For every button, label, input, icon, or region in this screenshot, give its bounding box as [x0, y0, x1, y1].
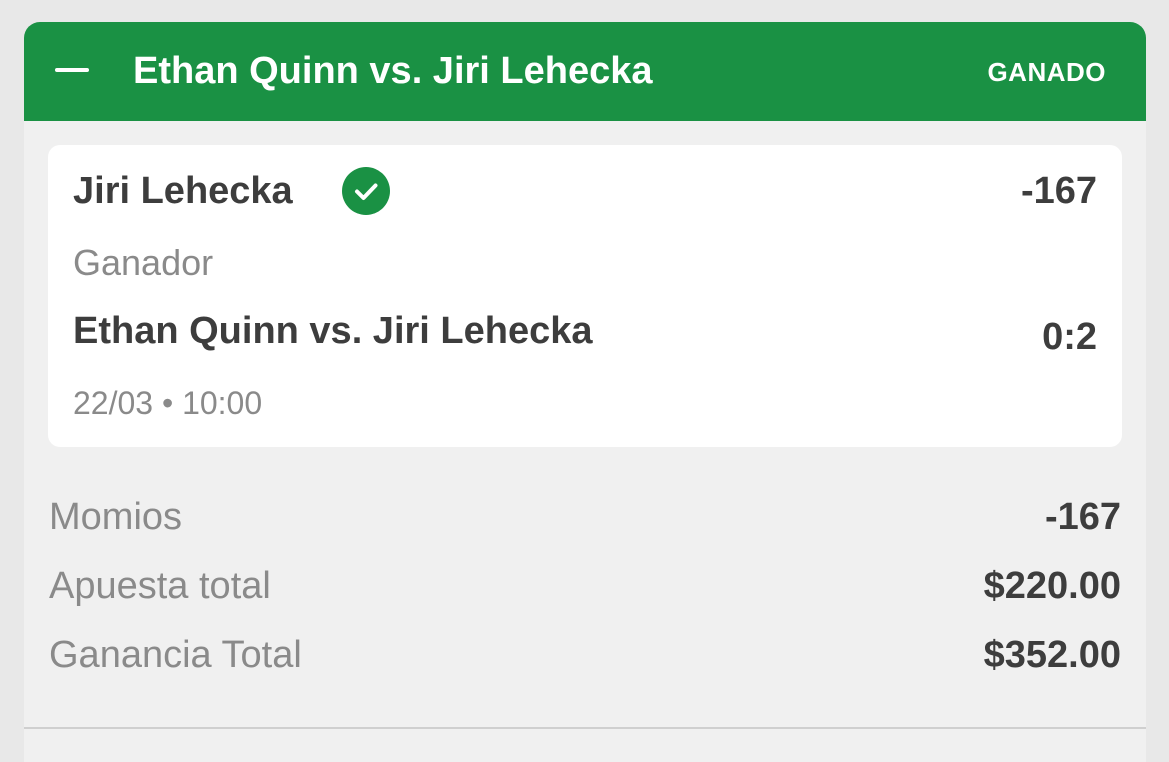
- bet-card: Ethan Quinn vs. Jiri Lehecka GANADO Jiri…: [24, 22, 1146, 762]
- summary-row-payout: Ganancia Total $352.00: [49, 632, 1121, 678]
- summary-label: Ganancia Total: [49, 634, 302, 676]
- market-name: Ganador: [73, 242, 214, 283]
- status-badge: GANADO: [987, 57, 1106, 87]
- bet-title: Ethan Quinn vs. Jiri Lehecka: [133, 50, 653, 92]
- selection-odds: -167: [1020, 170, 1097, 212]
- event-datetime: 22/03 • 10:00: [73, 385, 263, 421]
- summary-value: $220.00: [983, 565, 1121, 607]
- summary-value: -167: [1044, 496, 1121, 538]
- selection-name: Jiri Lehecka: [73, 170, 293, 212]
- summary-value: $352.00: [983, 634, 1121, 676]
- event-score: 0:2: [1042, 316, 1097, 358]
- selection-card: Jiri Lehecka -167 Ganador Ethan Quinn vs…: [48, 145, 1122, 447]
- summary-label: Apuesta total: [49, 565, 271, 607]
- summary-row-stake: Apuesta total $220.00: [49, 563, 1121, 609]
- minus-icon[interactable]: [55, 68, 89, 72]
- check-circle-icon: [342, 167, 390, 215]
- bet-header[interactable]: Ethan Quinn vs. Jiri Lehecka GANADO: [24, 22, 1146, 121]
- event-name: Ethan Quinn vs. Jiri Lehecka: [73, 310, 593, 352]
- summary-row-odds: Momios -167: [49, 494, 1121, 540]
- summary-label: Momios: [49, 496, 183, 538]
- divider: [24, 727, 1146, 729]
